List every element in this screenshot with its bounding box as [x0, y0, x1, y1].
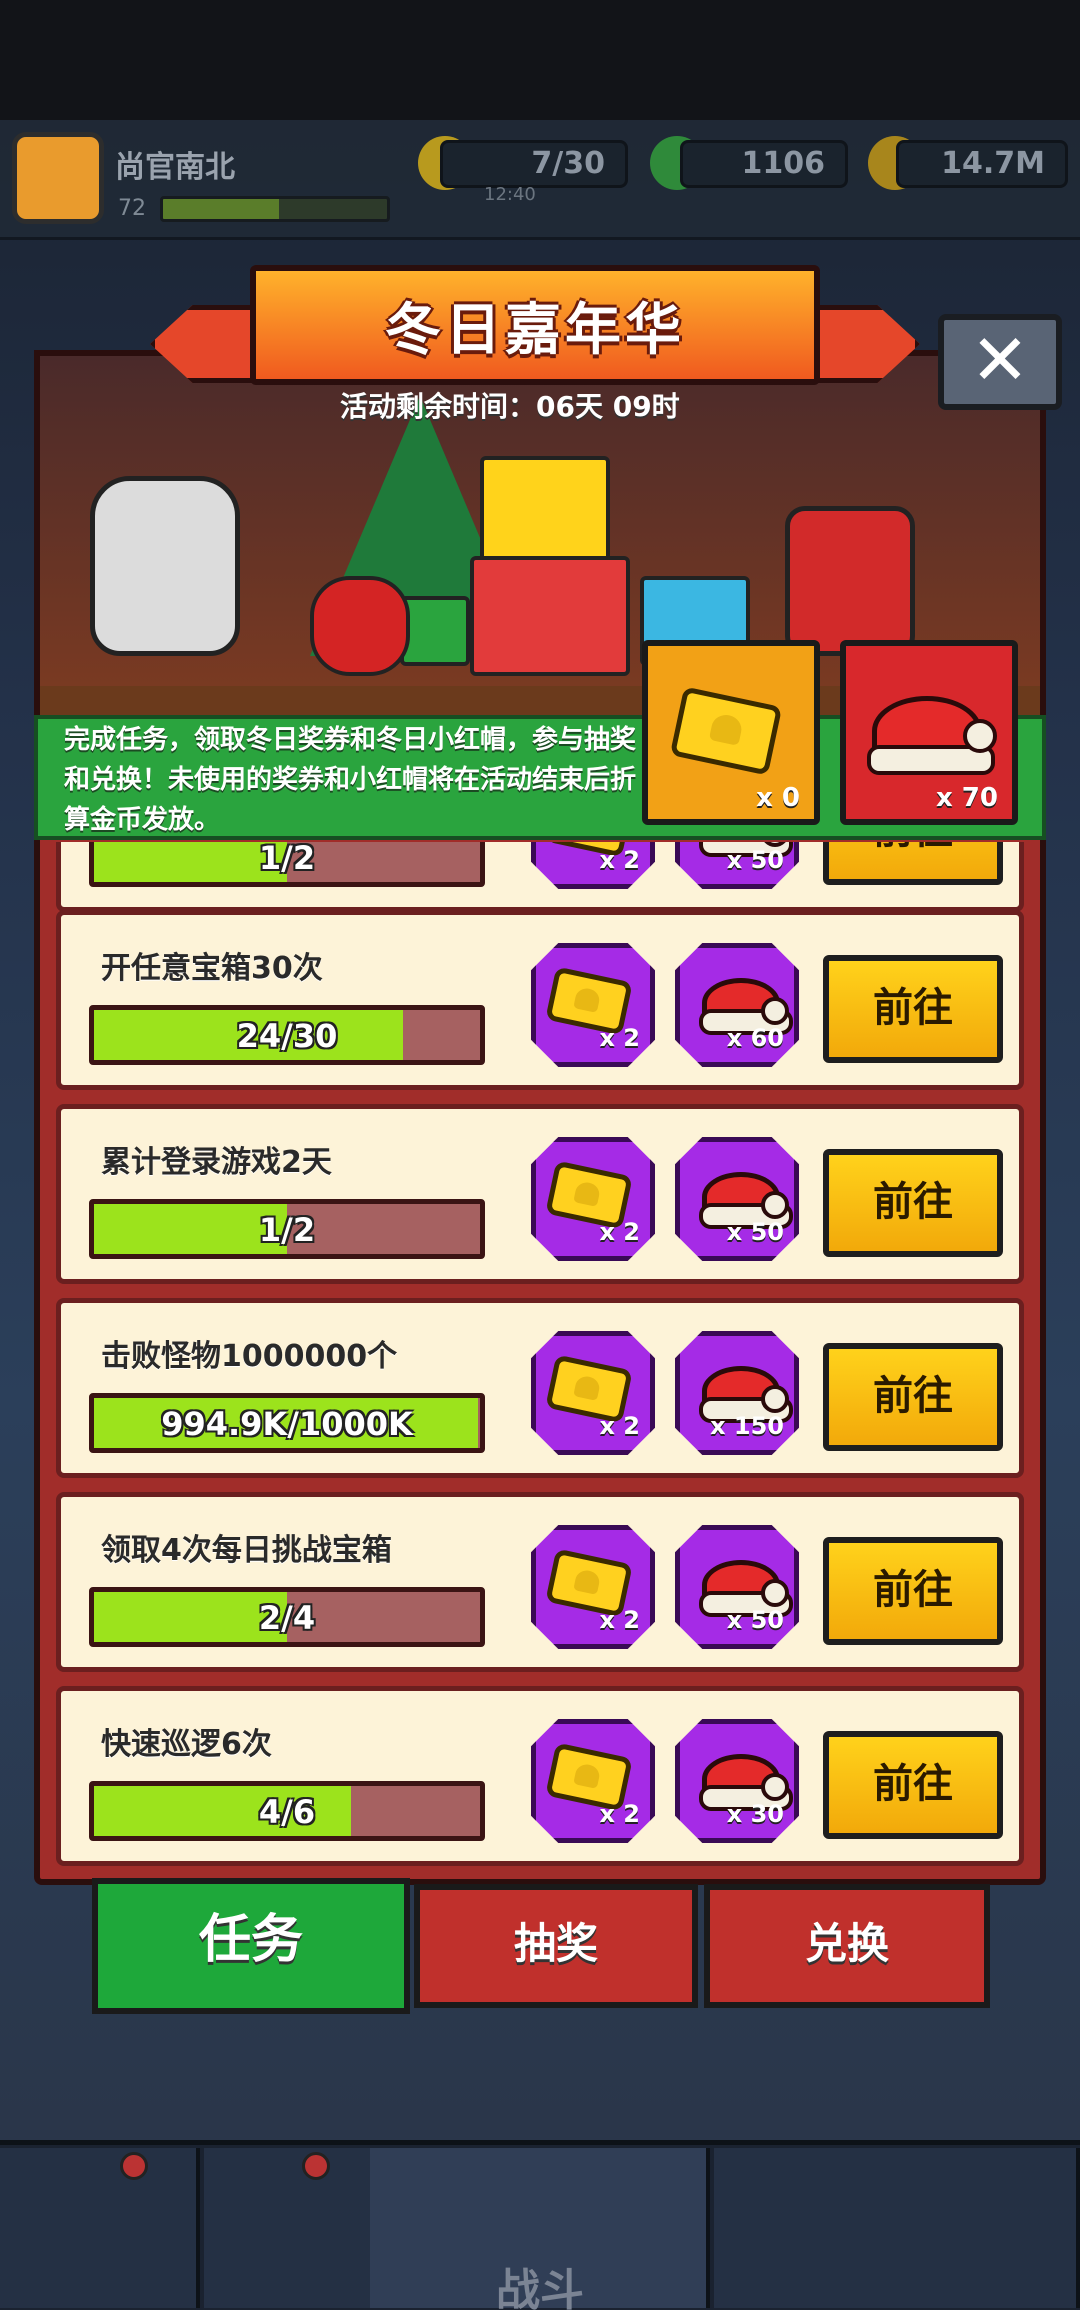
santa-hat-icon [699, 1560, 793, 1617]
tab-lottery[interactable]: 抽奖 [414, 1884, 698, 2008]
ticket-reward[interactable]: x 2 [531, 1719, 655, 1843]
hat-reward[interactable]: x 50 [675, 842, 799, 889]
energy-timer: 12:40 [484, 184, 536, 205]
ticket-currency[interactable]: x 0 [642, 640, 820, 825]
santa-hat-icon [867, 696, 997, 775]
task-title: 累计登录游戏2天 [101, 1145, 332, 1180]
coin-counter[interactable]: 14.7M [896, 140, 1068, 188]
go-button[interactable]: 前往 [823, 1343, 1003, 1451]
task-progress-bar: 24/30 [89, 1005, 485, 1065]
task-progress-bar: 2/4 [89, 1587, 485, 1647]
santa-hat-icon [699, 978, 793, 1035]
hat-reward[interactable]: x 50 [675, 1137, 799, 1261]
task-progress-text: 24/30 [236, 1017, 338, 1055]
close-icon[interactable]: ✕ [938, 314, 1062, 410]
hat-reward[interactable]: x 150 [675, 1331, 799, 1455]
task-list[interactable]: 1/2x 2x 50前往开任意宝箱30次24/30x 2x 60前往累计登录游戏… [56, 842, 1024, 1872]
event-description: 完成任务，领取冬日奖券和冬日小红帽，参与抽奖和兑换！未使用的奖券和小红帽将在活动… [64, 725, 637, 835]
task-title: 击败怪物1000000个 [101, 1339, 398, 1374]
task-row: 快速巡逻6次 4/6 x 2 x 30 前往 [56, 1686, 1024, 1866]
santa-hat-icon [699, 1172, 793, 1229]
task-progress-text: 2/4 [258, 1599, 316, 1637]
golden-ticket-icon [669, 686, 783, 776]
santa-hat-icon [699, 1754, 793, 1811]
task-progress-text: 994.9K/1000K [161, 1405, 413, 1443]
task-row: 1/2 x 2 x 50 前往 [56, 842, 1024, 912]
player-level: 72 [118, 196, 146, 221]
santa-character [785, 506, 915, 656]
stars-orb-icon[interactable] [714, 2148, 914, 2308]
task-row: 击败怪物1000000个 994.9K/1000K x 2 x 150 前往 [56, 1298, 1024, 1478]
xp-fill [163, 199, 280, 219]
go-button[interactable]: 前往 [823, 1149, 1003, 1257]
hat-reward[interactable]: x 60 [675, 943, 799, 1067]
game-screen: 尚官南北 72 7/30 12:40 1106 14.7M 冬日嘉年华 活动剩余… [0, 0, 1080, 2310]
xp-bar [160, 196, 390, 222]
hat-currency[interactable]: x 70 [840, 640, 1018, 825]
energy-counter[interactable]: 7/30 [440, 140, 628, 188]
go-button[interactable]: 前往 [823, 955, 1003, 1063]
gift-box-green [400, 596, 470, 666]
tab-exchange[interactable]: 兑换 [704, 1884, 990, 2008]
go-button[interactable]: 前往 [823, 842, 1003, 885]
battle-label: 战斗 [496, 2265, 584, 2310]
ticket-reward-amount: x 2 [599, 846, 640, 874]
ticket-reward[interactable]: x 2 [531, 1525, 655, 1649]
task-progress-bar: 1/2 [89, 1199, 485, 1259]
hat-reward[interactable]: x 50 [675, 1525, 799, 1649]
ticket-reward[interactable]: x 2 [531, 1331, 655, 1455]
event-title-plate: 冬日嘉年华 [250, 265, 820, 385]
hat-reward-amount: x 50 [726, 846, 784, 874]
ticket-reward-amount: x 2 [599, 1800, 640, 1828]
go-button[interactable]: 前往 [823, 1731, 1003, 1839]
hat-reward-amount: x 50 [726, 1218, 784, 1246]
event-title: 冬日嘉年华 [385, 297, 685, 363]
task-progress-bar: 1/2 [89, 842, 485, 887]
hat-reward[interactable]: x 30 [675, 1719, 799, 1843]
notification-dot [120, 2152, 148, 2180]
ticket-reward-amount: x 2 [599, 1606, 640, 1634]
ticket-reward-amount: x 2 [599, 1412, 640, 1440]
gift-box-red [470, 556, 630, 676]
event-title-ribbon: 冬日嘉年华 [150, 265, 920, 393]
christmas-stocking [310, 576, 410, 676]
ticket-reward[interactable]: x 2 [531, 842, 655, 889]
shop-icon[interactable] [0, 2148, 200, 2308]
go-button[interactable]: 前往 [823, 1537, 1003, 1645]
task-row: 开任意宝箱30次 24/30 x 2 x 60 前往 [56, 910, 1024, 1090]
gift-box-yellow [480, 456, 610, 566]
hat-count: x 70 [935, 783, 998, 813]
cat-character [90, 476, 240, 656]
ticket-reward-amount: x 2 [599, 1024, 640, 1052]
task-row: 领取4次每日挑战宝箱 2/4 x 2 x 50 前往 [56, 1492, 1024, 1672]
task-progress-bar: 4/6 [89, 1781, 485, 1841]
task-progress-text: 1/2 [258, 1211, 316, 1249]
hat-reward-amount: x 60 [726, 1024, 784, 1052]
gem-counter[interactable]: 1106 [680, 140, 848, 188]
notification-dot [302, 2152, 330, 2180]
hat-reward-amount: x 30 [726, 1800, 784, 1828]
hat-reward-amount: x 150 [710, 1412, 784, 1440]
dna-icon[interactable] [900, 2148, 1080, 2308]
ticket-reward[interactable]: x 2 [531, 943, 655, 1067]
task-title: 开任意宝箱30次 [101, 951, 323, 986]
ticket-reward-amount: x 2 [599, 1218, 640, 1246]
santa-hat-icon [699, 1366, 793, 1423]
player-avatar[interactable] [12, 132, 104, 224]
task-row: 累计登录游戏2天 1/2 x 2 x 50 前往 [56, 1104, 1024, 1284]
task-title: 领取4次每日挑战宝箱 [101, 1533, 392, 1568]
ticket-count: x 0 [756, 783, 800, 813]
event-timer: 活动剩余时间：06天 09时 [340, 390, 680, 423]
task-progress-bar: 994.9K/1000K [89, 1393, 485, 1453]
tab-tasks[interactable]: 任务 [92, 1878, 410, 2014]
task-title: 快速巡逻6次 [101, 1727, 272, 1762]
ticket-reward[interactable]: x 2 [531, 1137, 655, 1261]
player-name: 尚官南北 [115, 150, 235, 185]
hat-reward-amount: x 50 [726, 1606, 784, 1634]
task-progress-text: 1/2 [258, 842, 316, 877]
task-progress-text: 4/6 [258, 1793, 316, 1831]
